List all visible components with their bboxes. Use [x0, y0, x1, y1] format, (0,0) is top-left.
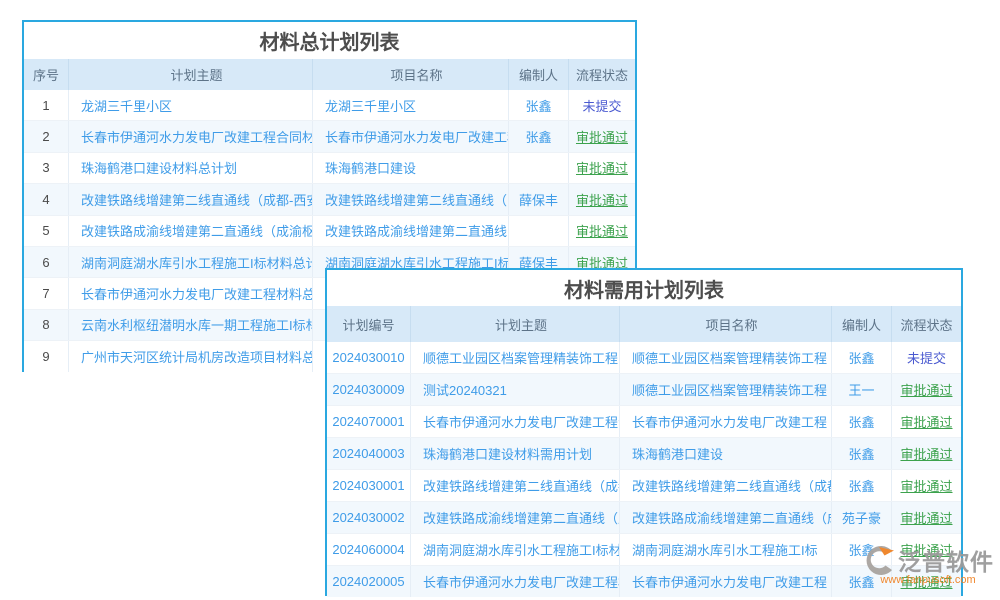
plan-subject-link[interactable]: 珠海鹤港口建设材料需用计划 — [411, 438, 620, 469]
project-name-link[interactable]: 长春市伊通河水力发电厂改建工程 — [620, 566, 832, 597]
project-name-link[interactable]: 龙湖三千里小区 — [313, 90, 509, 120]
table-row: 3 珠海鹤港口建设材料总计划 珠海鹤港口建设 审批通过 — [24, 153, 635, 184]
status-badge[interactable]: 审批通过 — [892, 502, 961, 533]
plan-subject-link[interactable]: 云南水利枢纽潜明水库一期工程施工I标材料... — [69, 310, 313, 340]
compiler-name: 张鑫 — [832, 438, 892, 469]
table-row: 2024070001 长春市伊通河水力发电厂改建工程合... 长春市伊通河水力发… — [327, 406, 961, 438]
project-name-link[interactable]: 长春市伊通河水力发电厂改建工程 — [313, 121, 509, 151]
plan-subject-link[interactable]: 长春市伊通河水力发电厂改建工程材料总计划 — [69, 278, 313, 308]
table-row: 2024030010 顺德工业园区档案管理精装饰工程（... 顺德工业园区档案管… — [327, 342, 961, 374]
project-name-link[interactable]: 改建铁路线增建第二线直通线（... — [313, 184, 509, 214]
table-row: 5 改建铁路成渝线增建第二直通线（成渝枢纽... 改建铁路成渝线增建第二直通线.… — [24, 216, 635, 247]
plan-subject-link[interactable]: 广州市天河区统计局机房改造项目材料总计划 — [69, 341, 313, 371]
plan-number-link[interactable]: 2024030002 — [327, 502, 411, 533]
project-name-link[interactable]: 珠海鹤港口建设 — [313, 153, 509, 183]
compiler-name: 薛保丰 — [509, 184, 569, 214]
row-seq: 9 — [24, 341, 69, 371]
total-plan-table-header: 序号 计划主题 项目名称 编制人 流程状态 — [24, 59, 635, 90]
project-name-link[interactable]: 湖南洞庭湖水库引水工程施工I标 — [620, 534, 832, 565]
status-badge[interactable]: 审批通过 — [569, 216, 635, 246]
status-badge[interactable]: 审批通过 — [569, 121, 635, 151]
column-header-compiler: 编制人 — [832, 306, 892, 342]
row-seq: 1 — [24, 90, 69, 120]
table-row: 4 改建铁路线增建第二线直通线（成都-西安）... 改建铁路线增建第二线直通线（… — [24, 184, 635, 215]
compiler-name: 王一 — [832, 374, 892, 405]
table-row: 2 长春市伊通河水力发电厂改建工程合同材料... 长春市伊通河水力发电厂改建工程… — [24, 121, 635, 152]
plan-subject-link[interactable]: 长春市伊通河水力发电厂改建工程合同材料... — [69, 121, 313, 151]
project-name-link[interactable]: 顺德工业园区档案管理精装饰工程（... — [620, 342, 832, 373]
project-name-link[interactable]: 顺德工业园区档案管理精装饰工程（... — [620, 374, 832, 405]
status-badge[interactable]: 审批通过 — [569, 153, 635, 183]
requirement-plan-table-title: 材料需用计划列表 — [327, 270, 961, 306]
status-badge[interactable]: 审批通过 — [892, 374, 961, 405]
status-badge[interactable]: 审批通过 — [892, 438, 961, 469]
project-name-link[interactable]: 改建铁路线增建第二线直通线（成都... — [620, 470, 832, 501]
plan-subject-link[interactable]: 改建铁路线增建第二线直通线（成都... — [411, 470, 620, 501]
plan-number-link[interactable]: 2024070001 — [327, 406, 411, 437]
plan-subject-link[interactable]: 长春市伊通河水力发电厂改建工程材... — [411, 566, 620, 597]
plan-subject-link[interactable]: 改建铁路线增建第二线直通线（成都-西安）... — [69, 184, 313, 214]
plan-subject-link[interactable]: 改建铁路成渝线增建第二直通线（成... — [411, 502, 620, 533]
table-row: 2024030002 改建铁路成渝线增建第二直通线（成... 改建铁路成渝线增建… — [327, 502, 961, 534]
column-header-flow-status: 流程状态 — [892, 306, 961, 342]
compiler-name: 苑子豪 — [832, 502, 892, 533]
compiler-name — [509, 216, 569, 246]
plan-subject-link[interactable]: 龙湖三千里小区 — [69, 90, 313, 120]
row-seq: 8 — [24, 310, 69, 340]
compiler-name: 张鑫 — [509, 121, 569, 151]
plan-number-link[interactable]: 2024030001 — [327, 470, 411, 501]
column-header-plan-number: 计划编号 — [327, 306, 411, 342]
project-name-link[interactable]: 珠海鹤港口建设 — [620, 438, 832, 469]
fanpu-watermark: 泛普软件 www.fanpusoft.com — [856, 543, 1000, 586]
plan-subject-link[interactable]: 湖南洞庭湖水库引水工程施工I标材料总计划 — [69, 247, 313, 277]
plan-number-link[interactable]: 2024030010 — [327, 342, 411, 373]
row-seq: 7 — [24, 278, 69, 308]
row-seq: 6 — [24, 247, 69, 277]
plan-number-link[interactable]: 2024060004 — [327, 534, 411, 565]
table-row: 1 龙湖三千里小区 龙湖三千里小区 张鑫 未提交 — [24, 90, 635, 121]
plan-subject-link[interactable]: 长春市伊通河水力发电厂改建工程合... — [411, 406, 620, 437]
plan-number-link[interactable]: 2024020005 — [327, 566, 411, 597]
column-header-project-name: 项目名称 — [620, 306, 832, 342]
status-badge[interactable]: 未提交 — [569, 90, 635, 120]
compiler-name — [509, 153, 569, 183]
watermark-url-text: www.fanpusoft.com — [880, 574, 975, 586]
plan-number-link[interactable]: 2024040003 — [327, 438, 411, 469]
row-seq: 2 — [24, 121, 69, 151]
column-header-plan-subject: 计划主题 — [69, 59, 313, 90]
table-row: 2024030009 测试20240321 顺德工业园区档案管理精装饰工程（..… — [327, 374, 961, 406]
status-badge[interactable]: 未提交 — [892, 342, 961, 373]
project-name-link[interactable]: 改建铁路成渝线增建第二直通线（成... — [620, 502, 832, 533]
row-seq: 5 — [24, 216, 69, 246]
row-seq: 4 — [24, 184, 69, 214]
row-seq: 3 — [24, 153, 69, 183]
compiler-name: 张鑫 — [832, 406, 892, 437]
column-header-plan-subject: 计划主题 — [411, 306, 620, 342]
compiler-name: 张鑫 — [832, 470, 892, 501]
project-name-link[interactable]: 长春市伊通河水力发电厂改建工程 — [620, 406, 832, 437]
watermark-brand-text: 泛普软件 — [898, 543, 994, 577]
column-header-project-name: 项目名称 — [313, 59, 509, 90]
total-plan-table-title: 材料总计划列表 — [24, 22, 635, 59]
table-row: 2024030001 改建铁路线增建第二线直通线（成都... 改建铁路线增建第二… — [327, 470, 961, 502]
requirement-plan-table-header: 计划编号 计划主题 项目名称 编制人 流程状态 — [327, 306, 961, 342]
project-name-link[interactable]: 改建铁路成渝线增建第二直通线... — [313, 216, 509, 246]
status-badge[interactable]: 审批通过 — [569, 184, 635, 214]
plan-subject-link[interactable]: 改建铁路成渝线增建第二直通线（成渝枢纽... — [69, 216, 313, 246]
status-badge[interactable]: 审批通过 — [892, 470, 961, 501]
compiler-name: 张鑫 — [509, 90, 569, 120]
column-header-seq: 序号 — [24, 59, 69, 90]
column-header-flow-status: 流程状态 — [569, 59, 635, 90]
plan-number-link[interactable]: 2024030009 — [327, 374, 411, 405]
status-badge[interactable]: 审批通过 — [892, 406, 961, 437]
fanpu-logo-icon — [862, 544, 896, 576]
table-row: 2024040003 珠海鹤港口建设材料需用计划 珠海鹤港口建设 张鑫 审批通过 — [327, 438, 961, 470]
plan-subject-link[interactable]: 湖南洞庭湖水库引水工程施工I标材... — [411, 534, 620, 565]
compiler-name: 张鑫 — [832, 342, 892, 373]
plan-subject-link[interactable]: 珠海鹤港口建设材料总计划 — [69, 153, 313, 183]
plan-subject-link[interactable]: 测试20240321 — [411, 374, 620, 405]
plan-subject-link[interactable]: 顺德工业园区档案管理精装饰工程（... — [411, 342, 620, 373]
column-header-compiler: 编制人 — [509, 59, 569, 90]
